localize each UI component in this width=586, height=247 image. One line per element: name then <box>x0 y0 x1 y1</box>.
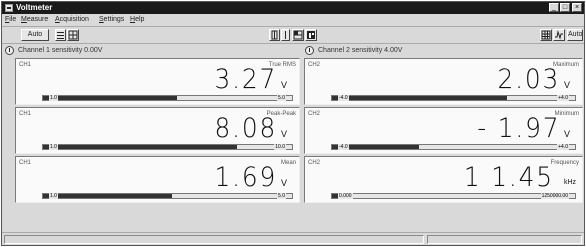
panel-channel-label: CH1 <box>19 160 32 166</box>
three-panel-icon[interactable] <box>292 29 304 41</box>
panel-value: 1 1.45 <box>463 162 554 193</box>
menu-bar: File Measure Acquisition Settings Help <box>2 14 584 25</box>
readout-panel-ch2-maximum[interactable]: CH2 Maximum 2.03 V -4.0 +4.0 <box>304 58 583 105</box>
menu-measure[interactable]: Measure <box>21 15 48 24</box>
channel-1-sensitivity-label: Channel 1 sensitivity 0.00V <box>18 47 103 54</box>
title-bar[interactable]: Voltmeter _ □ × <box>2 2 584 14</box>
status-field-secondary <box>427 235 582 244</box>
single-column-icon[interactable] <box>269 29 280 41</box>
scale-left-label: 1.0 <box>49 193 58 199</box>
scale-fill <box>43 194 173 198</box>
panel-scale-bar: 1.0 5.0 <box>42 193 293 199</box>
readout-panel-ch2-minimum[interactable]: CH2 Minimum - 1.97 V -4.0 +4.0 <box>304 107 583 154</box>
scale-fill <box>332 96 507 100</box>
menu-settings[interactable]: Settings <box>99 15 124 24</box>
scale-right-label: +4.0 <box>557 144 569 150</box>
panel-unit: V <box>280 129 287 139</box>
scale-right-label: +4.0 <box>557 95 569 101</box>
panel-unit: V <box>280 80 287 90</box>
panel-channel-label: CH1 <box>19 62 32 68</box>
panel-scale-bar: -4.0 +4.0 <box>331 144 576 150</box>
panel-value: 1.69 <box>214 162 277 193</box>
panel-channel-label: CH1 <box>19 111 32 117</box>
list-icon[interactable] <box>55 29 66 41</box>
panel-value: 8.08 <box>214 113 277 144</box>
panel-unit: kHz <box>563 179 576 186</box>
scale-right-label: 10.0 <box>274 144 286 150</box>
channel-1-header: Channel 1 sensitivity 0.00V <box>5 45 285 57</box>
panel-mode-label: Frequency <box>550 160 579 166</box>
menu-help[interactable]: Help <box>130 15 144 24</box>
readout-panel-ch1-mean[interactable]: CH1 Mean 1.69 V 1.0 5.0 <box>15 156 300 203</box>
panel-channel-label: CH2 <box>308 160 321 166</box>
menu-file[interactable]: File <box>5 15 16 24</box>
panel-channel-label: CH2 <box>308 111 321 117</box>
window-title: Voltmeter <box>16 3 53 12</box>
panel-value: 3.27 <box>214 64 277 95</box>
panel-mode-label: Mean <box>280 160 296 166</box>
status-bar <box>2 232 584 245</box>
half-column-icon[interactable] <box>281 29 290 41</box>
scale-fill <box>43 145 238 149</box>
readout-panel-ch1-peak-peak[interactable]: CH1 Peak-Peak 8.08 V 1.0 10.0 <box>15 107 300 154</box>
close-button[interactable]: × <box>572 3 582 12</box>
panel-scale-bar: 0.000 1250000.00 <box>331 193 576 199</box>
readout-panel-ch2-frequency[interactable]: CH2 Frequency 1 1.45 kHz 0.000 1250000.0… <box>304 156 583 203</box>
auto-button-right[interactable]: Auto <box>567 29 583 41</box>
scale-left-label: 1.0 <box>49 144 58 150</box>
channel-2-header: Channel 2 sensitivity 4.00V <box>305 45 583 57</box>
scale-fill <box>43 96 178 100</box>
panel-scale-bar: 1.0 10.0 <box>42 144 293 150</box>
channel-1-sensitivity-knob-icon[interactable] <box>5 46 14 55</box>
grid-icon[interactable] <box>67 29 79 41</box>
app-icon[interactable] <box>5 4 13 12</box>
scale-right-label: 5.0 <box>277 95 286 101</box>
auto-button-left[interactable]: Auto <box>21 29 49 41</box>
scale-left-label: 1.0 <box>49 95 58 101</box>
toolbar: Auto Auto <box>2 26 584 44</box>
scale-left-label: 0.000 <box>338 193 353 199</box>
panel-value: - 1.97 <box>476 113 560 144</box>
scale-left-label: -4.0 <box>338 144 349 150</box>
minimize-button[interactable]: _ <box>549 3 559 12</box>
menu-acquisition[interactable]: Acquisition <box>55 15 89 24</box>
readout-panel-ch1-true-rms[interactable]: CH1 True RMS 3.27 V 1.0 5.0 <box>15 58 300 105</box>
panel-value: 2.03 <box>497 64 560 95</box>
scale-right-label: 1250000.00 <box>540 193 569 199</box>
scale-right-label: 5.0 <box>277 193 286 199</box>
status-field-main <box>4 235 424 244</box>
waveform-icon[interactable] <box>553 29 565 41</box>
panel-scale-bar: 1.0 5.0 <box>42 95 293 101</box>
panel-channel-label: CH2 <box>308 62 321 68</box>
freeze-icon[interactable] <box>305 29 317 41</box>
table-icon[interactable] <box>540 29 552 41</box>
panel-unit: V <box>280 178 287 188</box>
panel-unit: V <box>563 129 570 139</box>
channel-2-sensitivity-label: Channel 2 sensitivity 4.00V <box>318 47 403 54</box>
channel-2-sensitivity-knob-icon[interactable] <box>305 46 314 55</box>
maximize-button[interactable]: □ <box>560 3 570 12</box>
scale-left-label: -4.0 <box>338 95 349 101</box>
voltmeter-window: Voltmeter _ □ × File Measure Acquisition… <box>1 1 585 246</box>
panel-unit: V <box>563 80 570 90</box>
panel-scale-bar: -4.0 +4.0 <box>331 95 576 101</box>
